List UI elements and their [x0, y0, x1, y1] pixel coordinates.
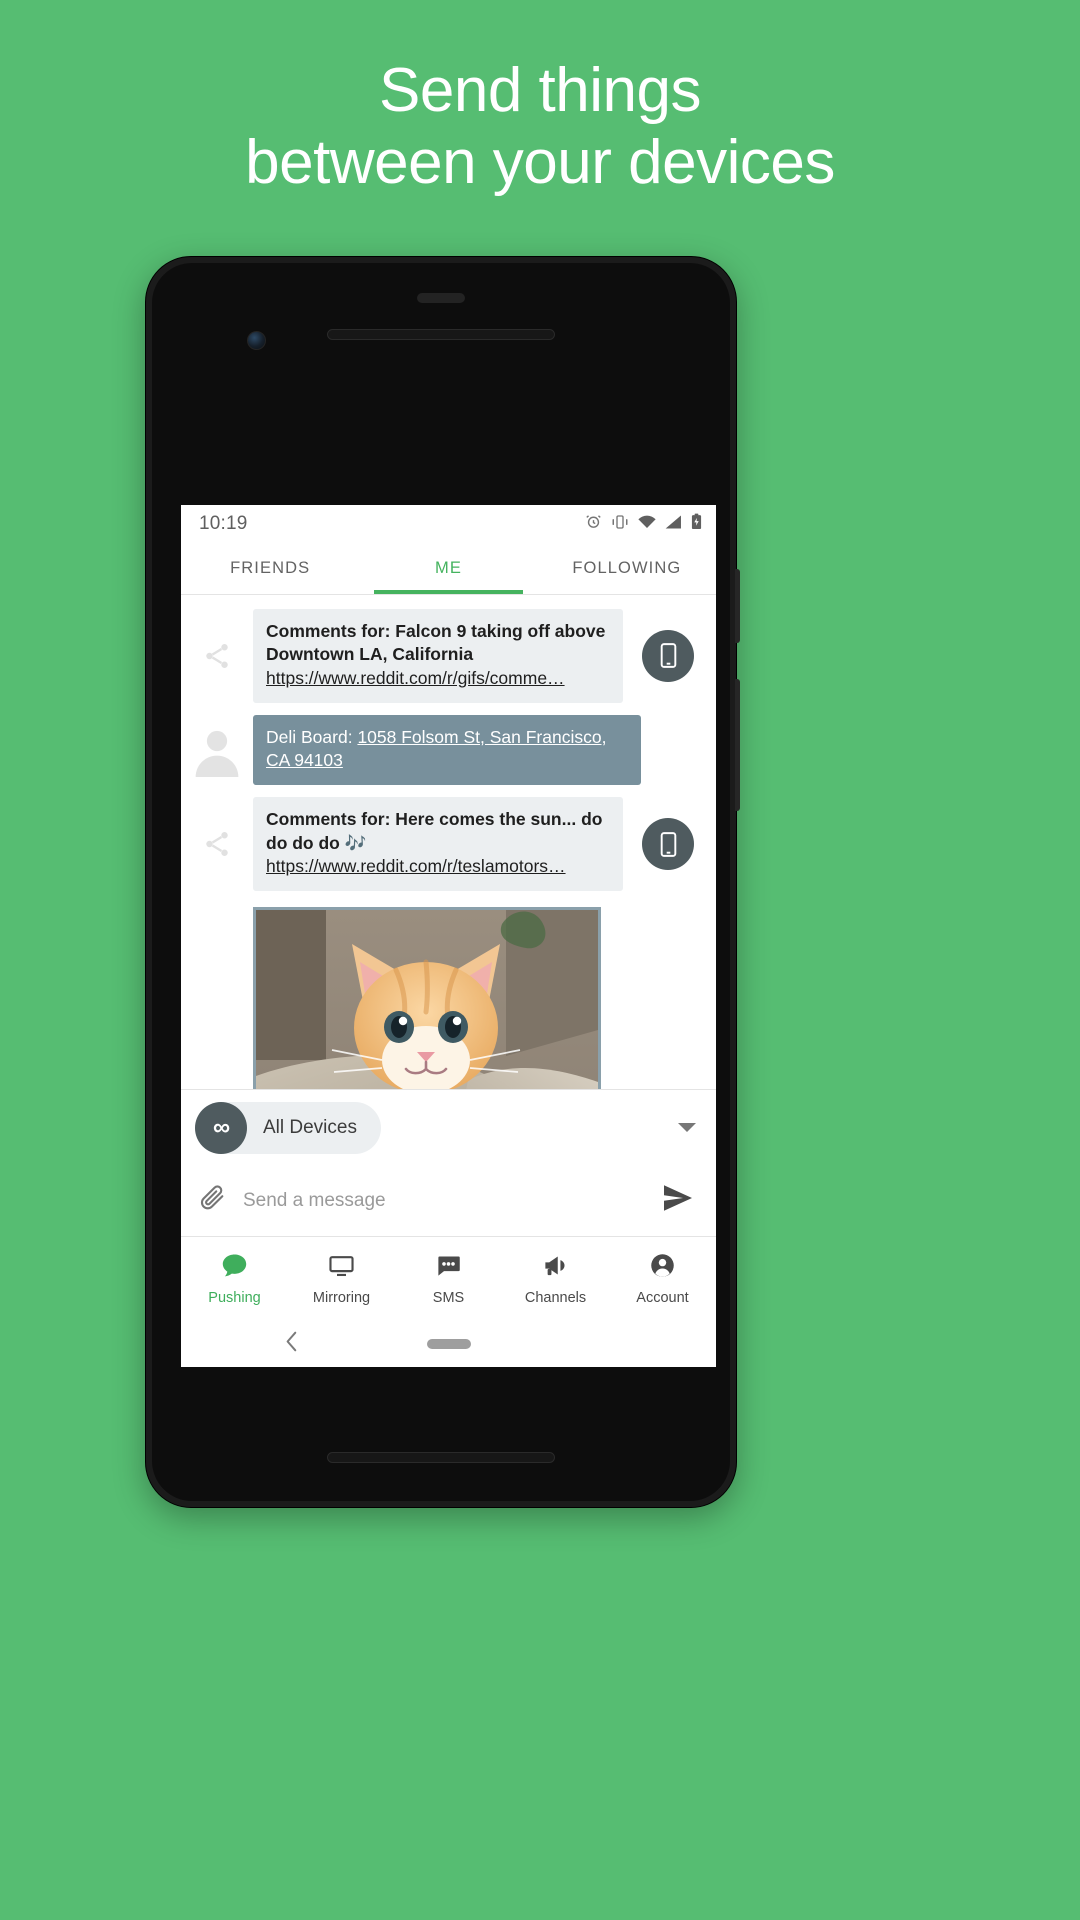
- message-composer[interactable]: Send a message: [181, 1165, 716, 1237]
- alarm-icon: [585, 513, 602, 535]
- volume-button[interactable]: [735, 679, 740, 811]
- home-pill[interactable]: [426, 1339, 471, 1349]
- tab-friends[interactable]: FRIENDS: [181, 543, 359, 594]
- message-list[interactable]: Comments for: Falcon 9 taking off above …: [181, 595, 716, 1089]
- send-icon[interactable]: [662, 1184, 694, 1217]
- person-icon: [181, 723, 253, 778]
- nav-label: Mirroring: [312, 1290, 371, 1306]
- nav-label: Channels: [524, 1290, 587, 1306]
- chevron-down-icon[interactable]: [678, 1123, 696, 1132]
- nav-item-sms[interactable]: SMS: [395, 1252, 502, 1306]
- message-row[interactable]: Comments for: Here comes the sun... do d…: [181, 791, 716, 897]
- top-speaker-grille: [327, 329, 555, 340]
- status-bar-clock: 10:19: [199, 513, 248, 534]
- message-title: Comments for: Falcon 9 taking off above …: [266, 621, 606, 665]
- tab-following[interactable]: FOLLOWING: [538, 543, 716, 594]
- phone-device-icon[interactable]: [642, 629, 694, 682]
- message-link[interactable]: https://www.reddit.com/r/gifs/comme…: [266, 667, 610, 690]
- nav-label: SMS: [432, 1290, 465, 1306]
- message-link[interactable]: https://www.reddit.com/r/teslamotors…: [266, 855, 610, 878]
- promo-headline: Send things between your devices: [0, 55, 1080, 199]
- bottom-navigation: Pushing Mirroring SMS Channels Account: [181, 1237, 716, 1321]
- phone-screen: 10:19 FRIENDS ME FOLLOWING Comments for:…: [181, 505, 716, 1367]
- phone-device-icon[interactable]: [642, 818, 694, 871]
- message-row[interactable]: Comments for: Falcon 9 taking off above …: [181, 603, 716, 709]
- message-prefix: Deli Board:: [266, 726, 358, 747]
- power-button[interactable]: [735, 569, 740, 643]
- sms-dots-icon: [435, 1252, 462, 1283]
- front-camera-icon: [247, 331, 266, 350]
- phone-body: 10:19 FRIENDS ME FOLLOWING Comments for:…: [152, 263, 730, 1501]
- message-input[interactable]: Send a message: [243, 1190, 662, 1212]
- nav-item-pushing[interactable]: Pushing: [181, 1252, 288, 1306]
- battery-icon: [691, 513, 702, 535]
- headline-line-1: Send things: [379, 56, 701, 125]
- nav-item-channels[interactable]: Channels: [502, 1252, 609, 1306]
- message-bubble[interactable]: Deli Board: 1058 Folsom St, San Francisc…: [253, 714, 641, 786]
- top-tab-bar: FRIENDS ME FOLLOWING: [181, 543, 716, 595]
- back-chevron-icon[interactable]: [283, 1331, 301, 1358]
- paperclip-icon[interactable]: [199, 1184, 227, 1217]
- signal-icon: [665, 515, 682, 534]
- account-icon: [649, 1252, 676, 1283]
- kitten-photo[interactable]: [253, 907, 601, 1089]
- nav-item-account[interactable]: Account: [609, 1252, 716, 1306]
- nav-label: Account: [636, 1290, 689, 1306]
- wifi-icon: [638, 515, 656, 534]
- vibrate-icon: [611, 514, 629, 535]
- device-selector-label: All Devices: [263, 1116, 357, 1138]
- monitor-icon: [328, 1252, 355, 1283]
- android-system-bar: [181, 1321, 716, 1367]
- megaphone-icon: [542, 1252, 569, 1283]
- earpiece-notch: [417, 293, 465, 303]
- message-row[interactable]: Deli Board: 1058 Folsom St, San Francisc…: [181, 709, 716, 792]
- all-devices-infinity-icon: ∞: [195, 1101, 247, 1154]
- device-chip[interactable]: ∞ All Devices: [195, 1101, 381, 1154]
- bottom-speaker-grille: [327, 1452, 555, 1463]
- headline-line-2: between your devices: [245, 127, 835, 197]
- share-icon: [181, 641, 253, 671]
- device-selector[interactable]: ∞ All Devices: [181, 1089, 716, 1165]
- nav-item-mirroring[interactable]: Mirroring: [288, 1252, 395, 1306]
- message-bubble[interactable]: Comments for: Here comes the sun... do d…: [253, 797, 623, 892]
- chat-bubble-icon: [221, 1252, 248, 1283]
- phone-mockup: 10:19 FRIENDS ME FOLLOWING Comments for:…: [145, 256, 740, 1508]
- message-title: Comments for: Here comes the sun... do d…: [266, 809, 603, 853]
- tab-me[interactable]: ME: [359, 543, 537, 594]
- share-icon: [181, 829, 253, 859]
- message-row[interactable]: [253, 907, 716, 1089]
- message-bubble[interactable]: Comments for: Falcon 9 taking off above …: [253, 609, 623, 703]
- status-bar: 10:19: [181, 505, 716, 543]
- nav-label: Pushing: [208, 1290, 261, 1306]
